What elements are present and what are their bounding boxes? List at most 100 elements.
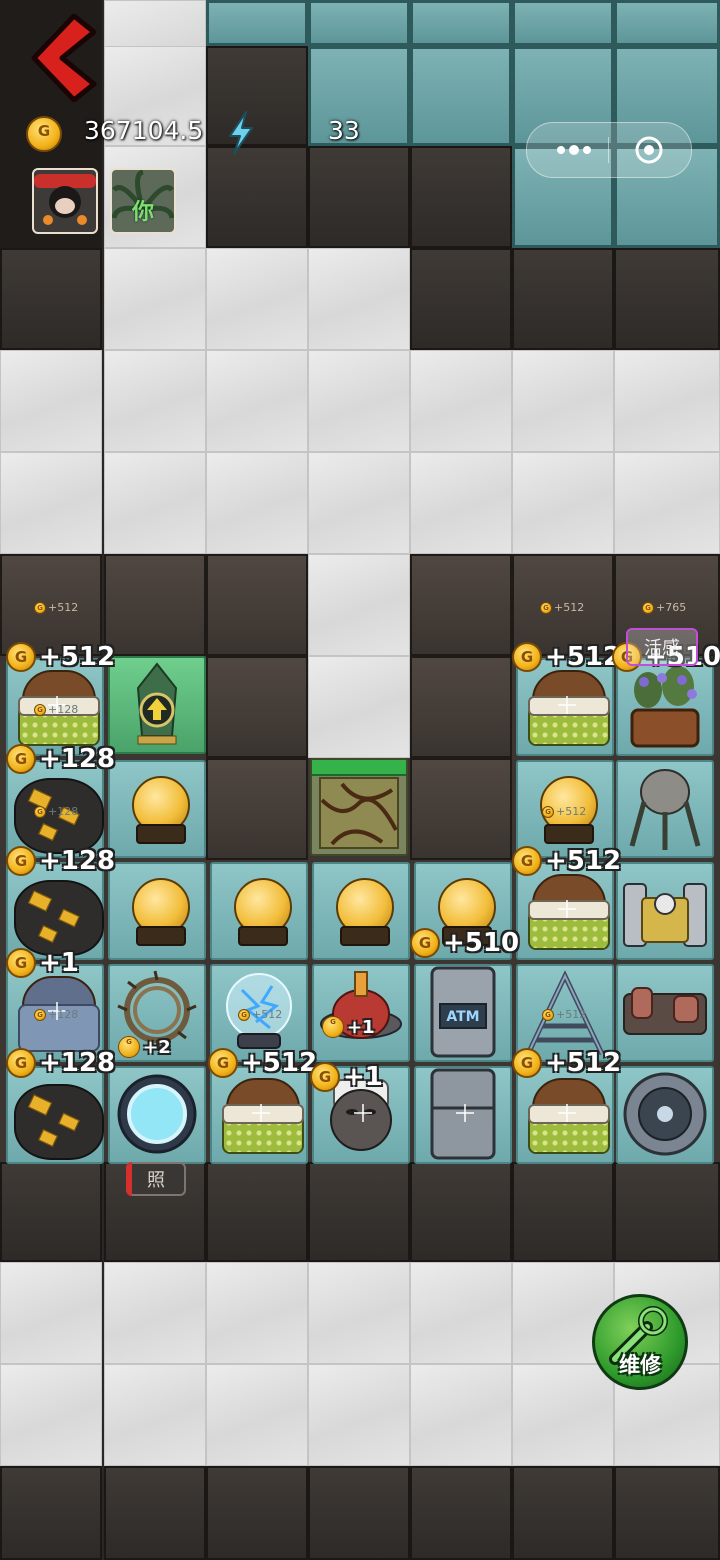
player-avatar[interactable] (32, 168, 98, 234)
income-value: +512 (241, 1048, 318, 1078)
wall-tile (410, 656, 512, 758)
plant-avatar[interactable]: 你 (110, 168, 176, 234)
income-value: +128 (39, 846, 116, 876)
pending-income-label: +512 (238, 1008, 282, 1021)
income-label: +512 (6, 642, 115, 672)
floor-tile (206, 1364, 308, 1466)
bed-cell[interactable] (516, 658, 614, 756)
pending-income-label: +512 (540, 601, 584, 614)
floor-tile (0, 350, 102, 452)
back-button[interactable] (28, 14, 98, 102)
floor-tile (308, 1364, 410, 1466)
lamp-cell[interactable] (312, 862, 410, 960)
water-tile (206, 0, 308, 46)
lamp-cell[interactable] (108, 862, 206, 960)
net-trap-cell[interactable] (616, 760, 714, 858)
wall-tile (308, 146, 410, 248)
tag-button[interactable]: 活感 (626, 628, 698, 666)
repair-label: 维修 (619, 1353, 661, 1377)
income-label: +512 (512, 642, 621, 672)
wall-tile (206, 46, 308, 146)
bed-cell[interactable] (516, 1066, 614, 1164)
net-trap-icon (629, 769, 701, 850)
income-value: +512 (39, 642, 116, 672)
repair-button[interactable]: 维修 (592, 1294, 688, 1390)
wall-tile (410, 554, 512, 656)
coin-icon (542, 805, 554, 818)
wall-tile (308, 1466, 410, 1560)
floor-tile (0, 452, 102, 554)
wall-tile (104, 554, 206, 656)
coin-icon (512, 1048, 542, 1078)
gold-ore-cell[interactable] (6, 862, 104, 960)
wall-tile (410, 248, 512, 350)
avatar-badge: 你 (132, 200, 155, 225)
generator-cell[interactable] (616, 862, 714, 960)
wall-tile (410, 1162, 512, 1262)
floor-tile (410, 452, 512, 554)
lamp-cell[interactable] (108, 760, 206, 858)
svg-text:ATM: ATM (446, 1009, 479, 1025)
pending-income-label: +512 (542, 1008, 586, 1021)
weights-cell[interactable] (616, 964, 714, 1062)
turbine-cell[interactable] (616, 1066, 714, 1164)
atm-cell[interactable]: ATM (414, 964, 512, 1062)
gold-ore-icon (14, 880, 104, 956)
income-value: +1 (347, 1016, 375, 1038)
income-label: +128 (6, 846, 115, 876)
income-value: +128 (39, 1048, 116, 1078)
wall-tile (104, 1466, 206, 1560)
income-label: +1 (310, 1062, 383, 1092)
floor-tile (104, 350, 206, 452)
income-value: +512 (545, 642, 622, 672)
floor-tile (410, 1262, 512, 1364)
coin-icon (322, 1016, 344, 1038)
lamp-cell[interactable] (210, 862, 308, 960)
floor-tile (512, 350, 614, 452)
portal-cell[interactable] (108, 1066, 206, 1164)
dumbbell-icon (623, 987, 707, 1035)
upgrade-tower-cell[interactable] (108, 656, 206, 754)
generator-icon (623, 883, 707, 947)
coin-icon (512, 642, 542, 672)
wall-tile (206, 146, 308, 248)
portal-icon (117, 1074, 197, 1154)
water-tile (410, 0, 512, 46)
income-value: +2 (143, 1036, 171, 1058)
coin-icon (310, 1062, 340, 1092)
coin-icon (208, 1048, 238, 1078)
photo-button[interactable]: 照 (126, 1162, 186, 1196)
fridge-cell[interactable] (414, 1066, 512, 1164)
coin-icon (34, 805, 46, 818)
income-label: +2 (118, 1036, 171, 1058)
wall-tile (410, 146, 512, 248)
bed-cell[interactable] (210, 1066, 308, 1164)
more-icon[interactable] (549, 139, 599, 161)
floor-tile (104, 1262, 206, 1364)
coin-icon (540, 601, 552, 614)
close-target-icon[interactable] (633, 134, 665, 166)
vine-door-cell[interactable] (310, 758, 408, 856)
floor-tile (308, 656, 410, 758)
coin-icon (34, 1008, 46, 1021)
gold-ore-cell[interactable] (6, 1066, 104, 1164)
income-value: +510 (443, 928, 520, 958)
pending-income-label: +512 (542, 805, 586, 818)
gold-coin-icon (26, 116, 62, 152)
floor-tile (308, 452, 410, 554)
pending-income-label: +128 (34, 1008, 78, 1021)
coin-icon (34, 601, 46, 614)
bed-cell[interactable] (516, 862, 614, 960)
floor-tile (104, 1364, 206, 1466)
floor-tile (410, 1364, 512, 1466)
gold-ore-icon (14, 1084, 104, 1160)
mini-program-capsule (526, 122, 692, 178)
planter-cell[interactable] (616, 658, 714, 756)
coin-icon (542, 1008, 554, 1021)
coin-icon (6, 846, 36, 876)
turbine-icon (623, 1072, 707, 1156)
turret-cell[interactable] (312, 964, 410, 1062)
income-label: +512 (208, 1048, 317, 1078)
income-value: +512 (545, 846, 622, 876)
coin-icon (238, 1008, 250, 1021)
